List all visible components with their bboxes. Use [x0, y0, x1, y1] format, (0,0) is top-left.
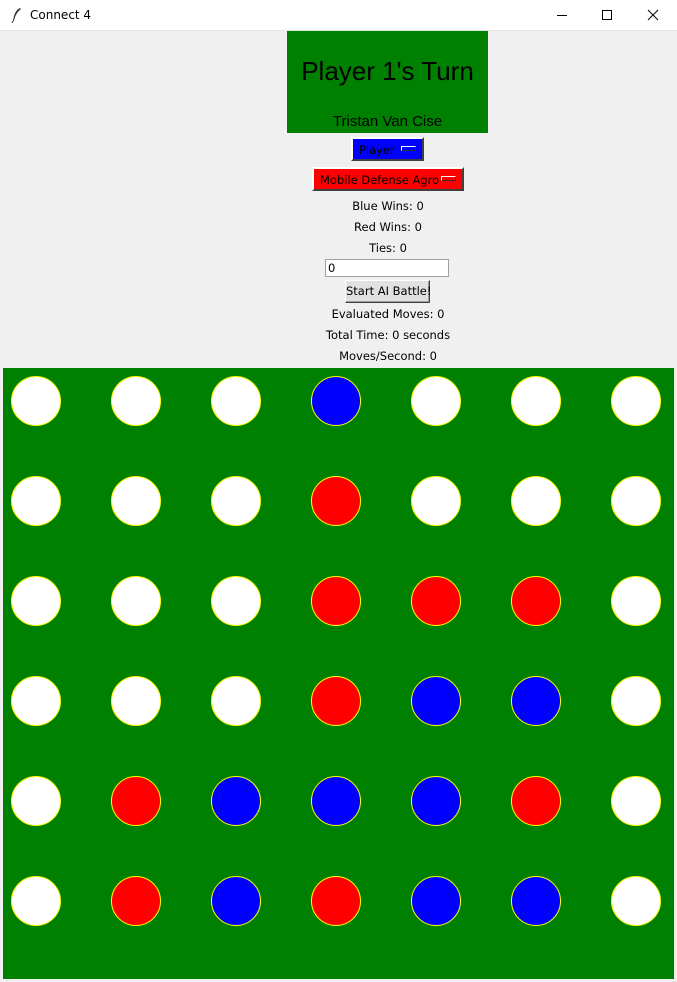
author-label: Tristan Van Cise: [332, 113, 443, 130]
board-cell-red[interactable]: [311, 576, 361, 626]
option-menu-indicator-icon: [441, 176, 456, 181]
board-cell-red[interactable]: [311, 476, 361, 526]
close-icon: [647, 9, 659, 21]
board-cell-blue[interactable]: [311, 376, 361, 426]
board-cell-empty[interactable]: [511, 376, 561, 426]
moves-per-second-label: Moves/Second: 0: [339, 349, 437, 363]
player2-type-label: Mobile Defense Agro: [320, 173, 440, 187]
board-cell-empty[interactable]: [111, 476, 161, 526]
blue-wins-label: Blue Wins: 0: [352, 199, 424, 213]
board-cell-empty[interactable]: [611, 476, 661, 526]
board-cell-red[interactable]: [311, 876, 361, 926]
board-cell-empty[interactable]: [111, 576, 161, 626]
player2-type-menu[interactable]: Mobile Defense Agro: [312, 167, 464, 191]
board-cell-empty[interactable]: [11, 676, 61, 726]
battle-count-input[interactable]: [325, 259, 449, 277]
board-cell-empty[interactable]: [11, 376, 61, 426]
board-cell-blue[interactable]: [511, 876, 561, 926]
board-cell-red[interactable]: [511, 576, 561, 626]
option-menu-indicator-icon: [401, 146, 416, 151]
board-cell-empty[interactable]: [11, 776, 61, 826]
board-cell-empty[interactable]: [211, 676, 261, 726]
board-cell-empty[interactable]: [611, 576, 661, 626]
board-cell-red[interactable]: [311, 676, 361, 726]
board-cell-red[interactable]: [511, 776, 561, 826]
minimize-icon: [557, 15, 567, 16]
board-cell-empty[interactable]: [111, 676, 161, 726]
turn-banner: Player 1's Turn Tristan Van Cise: [287, 31, 488, 133]
window-client: Player 1's Turn Tristan Van Cise Player …: [3, 31, 674, 979]
maximize-icon: [602, 10, 612, 20]
board-cell-empty[interactable]: [211, 376, 261, 426]
player1-type-label: Player: [359, 143, 395, 157]
board-cell-blue[interactable]: [511, 676, 561, 726]
board-cell-empty[interactable]: [511, 476, 561, 526]
ties-label: Ties: 0: [369, 241, 407, 255]
board-cell-empty[interactable]: [11, 476, 61, 526]
board-cell-blue[interactable]: [411, 776, 461, 826]
board-cell-empty[interactable]: [611, 876, 661, 926]
board-cell-empty[interactable]: [411, 376, 461, 426]
board-cell-red[interactable]: [111, 876, 161, 926]
evaluated-moves-label: Evaluated Moves: 0: [331, 307, 445, 321]
board-cell-red[interactable]: [111, 776, 161, 826]
window-title: Connect 4: [30, 8, 92, 22]
board-cell-red[interactable]: [411, 576, 461, 626]
board-cell-empty[interactable]: [211, 476, 261, 526]
board-cell-empty[interactable]: [611, 676, 661, 726]
board-cell-empty[interactable]: [611, 776, 661, 826]
board-cell-blue[interactable]: [211, 876, 261, 926]
board-cell-empty[interactable]: [111, 376, 161, 426]
board-cell-empty[interactable]: [11, 576, 61, 626]
feather-icon: [11, 8, 21, 23]
turn-indicator: Player 1's Turn: [301, 56, 474, 86]
board-cell-empty[interactable]: [211, 576, 261, 626]
close-button[interactable]: [630, 0, 676, 30]
maximize-button[interactable]: [584, 0, 630, 30]
board-cell-empty[interactable]: [611, 376, 661, 426]
board-cell-empty[interactable]: [11, 876, 61, 926]
minimize-button[interactable]: [539, 0, 585, 30]
total-time-label: Total Time: 0 seconds: [325, 328, 451, 342]
board-cell-blue[interactable]: [311, 776, 361, 826]
start-ai-battle-button[interactable]: Start AI Battle!: [345, 280, 432, 303]
board-cell-blue[interactable]: [211, 776, 261, 826]
red-wins-label: Red Wins: 0: [354, 220, 422, 234]
board-cell-blue[interactable]: [411, 876, 461, 926]
title-bar: Connect 4: [0, 0, 677, 31]
player1-type-menu[interactable]: Player: [351, 137, 424, 161]
game-board[interactable]: [3, 368, 674, 979]
board-cell-empty[interactable]: [411, 476, 461, 526]
board-cell-blue[interactable]: [411, 676, 461, 726]
